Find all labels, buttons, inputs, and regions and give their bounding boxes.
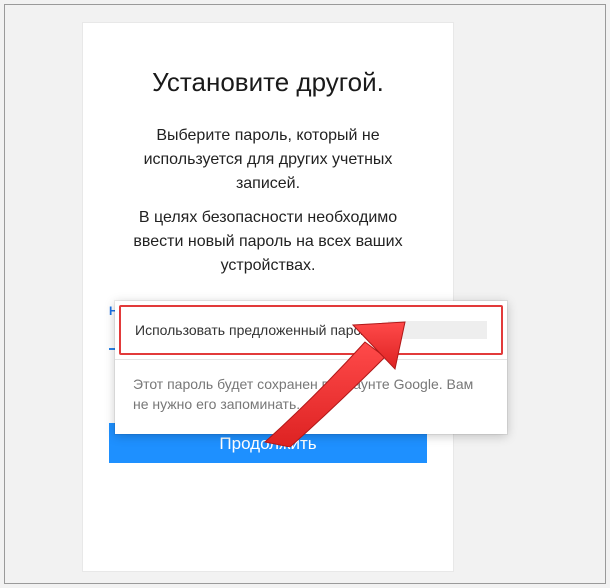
description: Выберите пароль, который не используется… xyxy=(117,124,419,278)
page-title: Установите другой. xyxy=(83,67,453,98)
use-suggested-password-row[interactable]: Использовать предложенный пароль xyxy=(119,305,503,355)
password-suggestion-popover: Использовать предложенный пароль Этот па… xyxy=(115,301,507,434)
screenshot-frame: Установите другой. Выберите пароль, кото… xyxy=(4,4,606,584)
suggested-password-masked xyxy=(388,321,487,339)
description-line-2: В целях безопасности необходимо ввести н… xyxy=(117,206,419,278)
use-suggested-password-label: Использовать предложенный пароль xyxy=(135,322,376,338)
description-line-1: Выберите пароль, который не используется… xyxy=(117,124,419,196)
password-card: Установите другой. Выберите пароль, кото… xyxy=(83,23,453,571)
popover-note: Этот пароль будет сохранен в аккаунте Go… xyxy=(115,360,507,434)
